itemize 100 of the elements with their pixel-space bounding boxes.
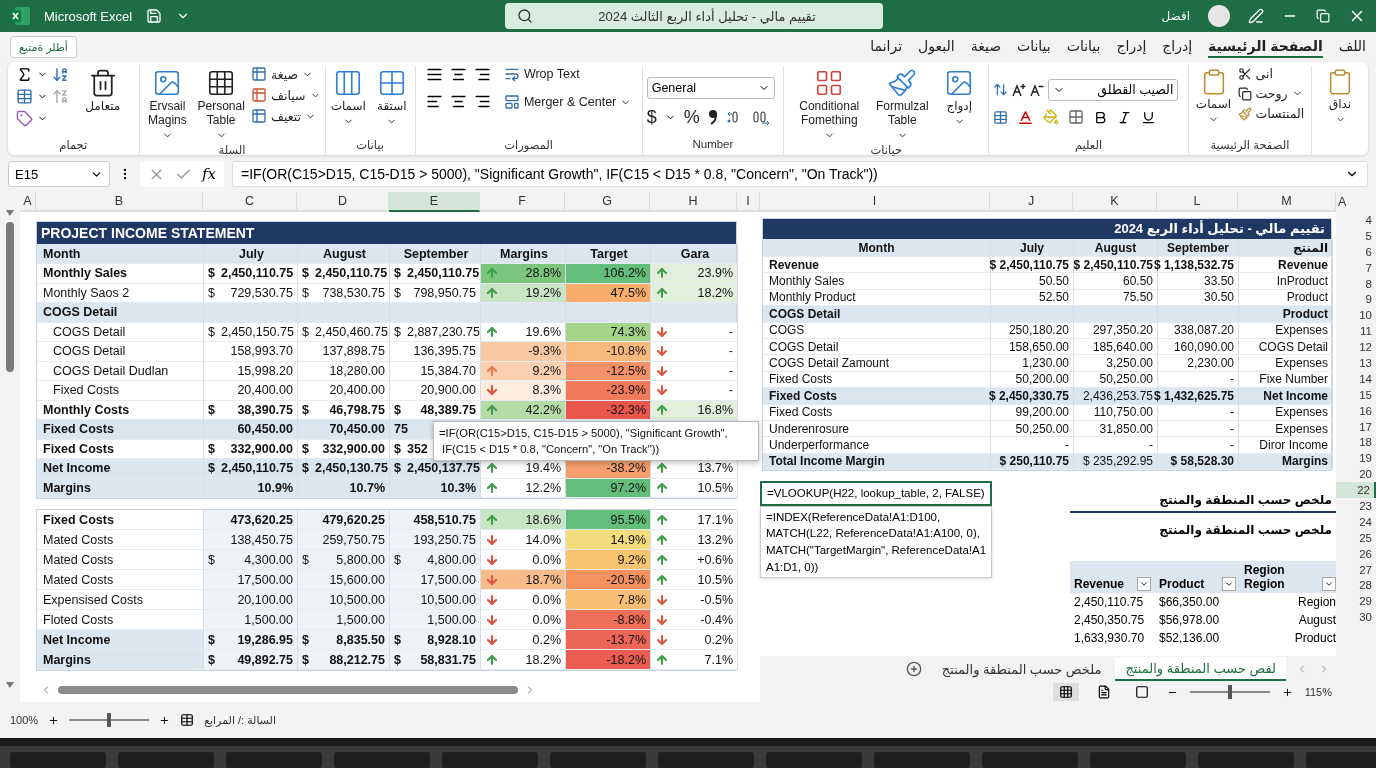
decimal-icon[interactable] [751, 109, 770, 125]
cut-button[interactable]: انى [1237, 66, 1305, 81]
menu-tab[interactable]: ترانما [870, 36, 903, 58]
font-dropdown[interactable]: الصيب القطلق [1048, 78, 1179, 101]
sort-button[interactable] [51, 66, 69, 83]
tag-button[interactable] [15, 110, 33, 127]
page-icon[interactable] [180, 713, 195, 727]
borders-button[interactable] [1068, 109, 1085, 125]
formula-tooltip: =IF(OR(C15>D15, C15-D15 > 5000), "Significant Growth", IF(C15 < D15 * 0.8, "Concern", "On Track")) [433, 421, 759, 461]
currency-button[interactable]: $ [646, 106, 657, 128]
menu-button[interactable]: صيغة [251, 66, 321, 82]
table-cell: $ 250,110.75 [991, 453, 1074, 471]
cell-value: - [728, 383, 733, 398]
delete-button[interactable]: متعامل [74, 66, 131, 116]
zoom-thumb[interactable] [107, 713, 112, 727]
formula-field[interactable]: =IF(OR(C15>D15, C15-D15 > 5000), "Significant Growth", IF(C15 < D15 * 0.8, "Concern", "On Track")) [232, 161, 1368, 187]
column-header[interactable]: J [990, 192, 1073, 212]
menu-button[interactable]: تتعيف [251, 108, 321, 124]
percent-button[interactable]: % [683, 106, 700, 128]
column-header[interactable]: K [1073, 192, 1157, 212]
currency-sign: $ [394, 461, 401, 476]
zoom-in-icon[interactable] [159, 714, 171, 726]
menu-tab[interactable]: إدراج [1116, 36, 1147, 58]
table-button[interactable]: Personal Table [197, 66, 245, 143]
underline-button[interactable] [1141, 109, 1157, 125]
sheet-tab[interactable]: لفص حسب المنطقة والمنتج [1115, 657, 1286, 681]
name-box[interactable]: E15 [8, 161, 110, 187]
column-header[interactable]: L [1157, 192, 1238, 212]
merge-icon [503, 94, 520, 110]
menu-tab[interactable]: بيانات [1066, 36, 1101, 58]
table-button[interactable] [993, 109, 1009, 125]
copy-button[interactable]: روحت [1237, 86, 1305, 101]
margins-button[interactable]: Ervsail Magins [143, 66, 192, 143]
row-number: 20 [1358, 467, 1373, 483]
horizontal-scrollbar[interactable] [58, 686, 518, 694]
sort-button[interactable] [993, 82, 1009, 97]
grow-font-button[interactable] [1012, 82, 1027, 97]
conditional-format-button[interactable]: Conditional Fomething [793, 66, 866, 143]
column-header[interactable]: I [737, 192, 760, 212]
table-cell: 74.3% [566, 322, 651, 342]
row-label: Fixed Costs [763, 404, 991, 421]
zoom-in-icon[interactable] [1281, 686, 1293, 698]
sheet-tab[interactable]: ملخص حسب المنطقة والمنتج [931, 657, 1112, 681]
table-title: PROJECT INCOME STATEMENT [37, 222, 736, 244]
column-header[interactable]: I [760, 192, 990, 212]
column-header[interactable]: E [389, 192, 480, 212]
column-header[interactable]: D [297, 192, 389, 212]
ribbon-button[interactable]: استقة [373, 66, 411, 129]
pivot-cell-text: 2,450,350.75 [1073, 612, 1146, 630]
add-sheet-icon[interactable] [905, 661, 922, 677]
ribbon-button[interactable]: اسمات [329, 66, 367, 129]
table-cell: -38.2% [566, 459, 651, 479]
comma-style-icon[interactable] [707, 109, 718, 125]
fill-color-button[interactable] [1043, 109, 1060, 125]
column-header[interactable]: H [650, 192, 737, 212]
menu-tab[interactable]: اللف [1338, 36, 1366, 58]
coauthor-button[interactable]: أطلر ةمتيع [10, 36, 77, 58]
menu-tab[interactable]: الصفحة الرئيسية [1208, 36, 1323, 58]
pen-icon[interactable] [1248, 8, 1264, 24]
align-center-icon [449, 93, 467, 110]
column-header[interactable]: A [20, 192, 36, 212]
column-header[interactable]: B [36, 192, 203, 212]
search-field[interactable]: تقييم مالي - تحليل أداء الربع الثالث 2024 [505, 3, 883, 29]
menu-tab[interactable]: إدراج [1162, 36, 1193, 58]
column-header[interactable]: M [1238, 192, 1336, 212]
view-button[interactable] [1052, 683, 1079, 701]
shrink-font-button[interactable] [1030, 82, 1045, 97]
table-cell: 7.8% [566, 590, 651, 610]
zoom-thumb[interactable] [1227, 685, 1232, 699]
column-header[interactable]: G [565, 192, 650, 212]
formula-cell[interactable]: =INDEX(ReferenceData!A1:D100, MATCH(L22, ReferenceData!A1:A100, 0), MATCH("TargetMargin", ReferenceData!A1 A1:D1, 0)) [760, 505, 992, 579]
vertical-scrollbar[interactable] [4, 210, 16, 690]
format-table-button[interactable]: Formulzal Table [871, 66, 934, 143]
menu-tab[interactable]: بيانات [1017, 36, 1051, 58]
table-button[interactable] [15, 88, 33, 105]
menu-button[interactable]: سيانف [251, 87, 321, 103]
paste-button[interactable]: اسمات [1195, 66, 1232, 127]
insert-button[interactable]: إدواج [939, 66, 980, 129]
formula-cell[interactable]: =VLOOKUP(H22, lookup_table, 2, FALSE) [760, 481, 992, 506]
merge-button[interactable]: Merger & Center [503, 94, 632, 110]
wrap-text-button[interactable]: Wrop Text [503, 66, 632, 82]
italic-button[interactable] [1117, 109, 1133, 125]
format-painter-button[interactable]: المنتسات [1237, 106, 1305, 121]
status-text: السالة :/ المرابع [204, 713, 276, 727]
table-cell: - [991, 437, 1074, 454]
menu-tab[interactable]: صيغة [970, 36, 1001, 58]
zoom-out-icon[interactable] [48, 714, 60, 726]
column-header[interactable]: F [480, 192, 565, 212]
restore-icon[interactable] [1316, 9, 1330, 23]
function-button[interactable]: fx [202, 165, 216, 183]
menu-tab[interactable]: البعول [918, 36, 955, 58]
number-format-dropdown[interactable]: General [646, 76, 775, 99]
clipboard-button[interactable]: نداق [1318, 66, 1363, 127]
cell-value: 15,384.70 [420, 363, 476, 378]
column-header[interactable]: A [1336, 192, 1376, 212]
row-label: Monthly Sales [763, 273, 991, 290]
column-header[interactable]: C [203, 192, 297, 212]
save-icon[interactable] [146, 8, 163, 24]
avatar[interactable] [1208, 5, 1230, 27]
font-color-button[interactable] [1017, 108, 1035, 126]
